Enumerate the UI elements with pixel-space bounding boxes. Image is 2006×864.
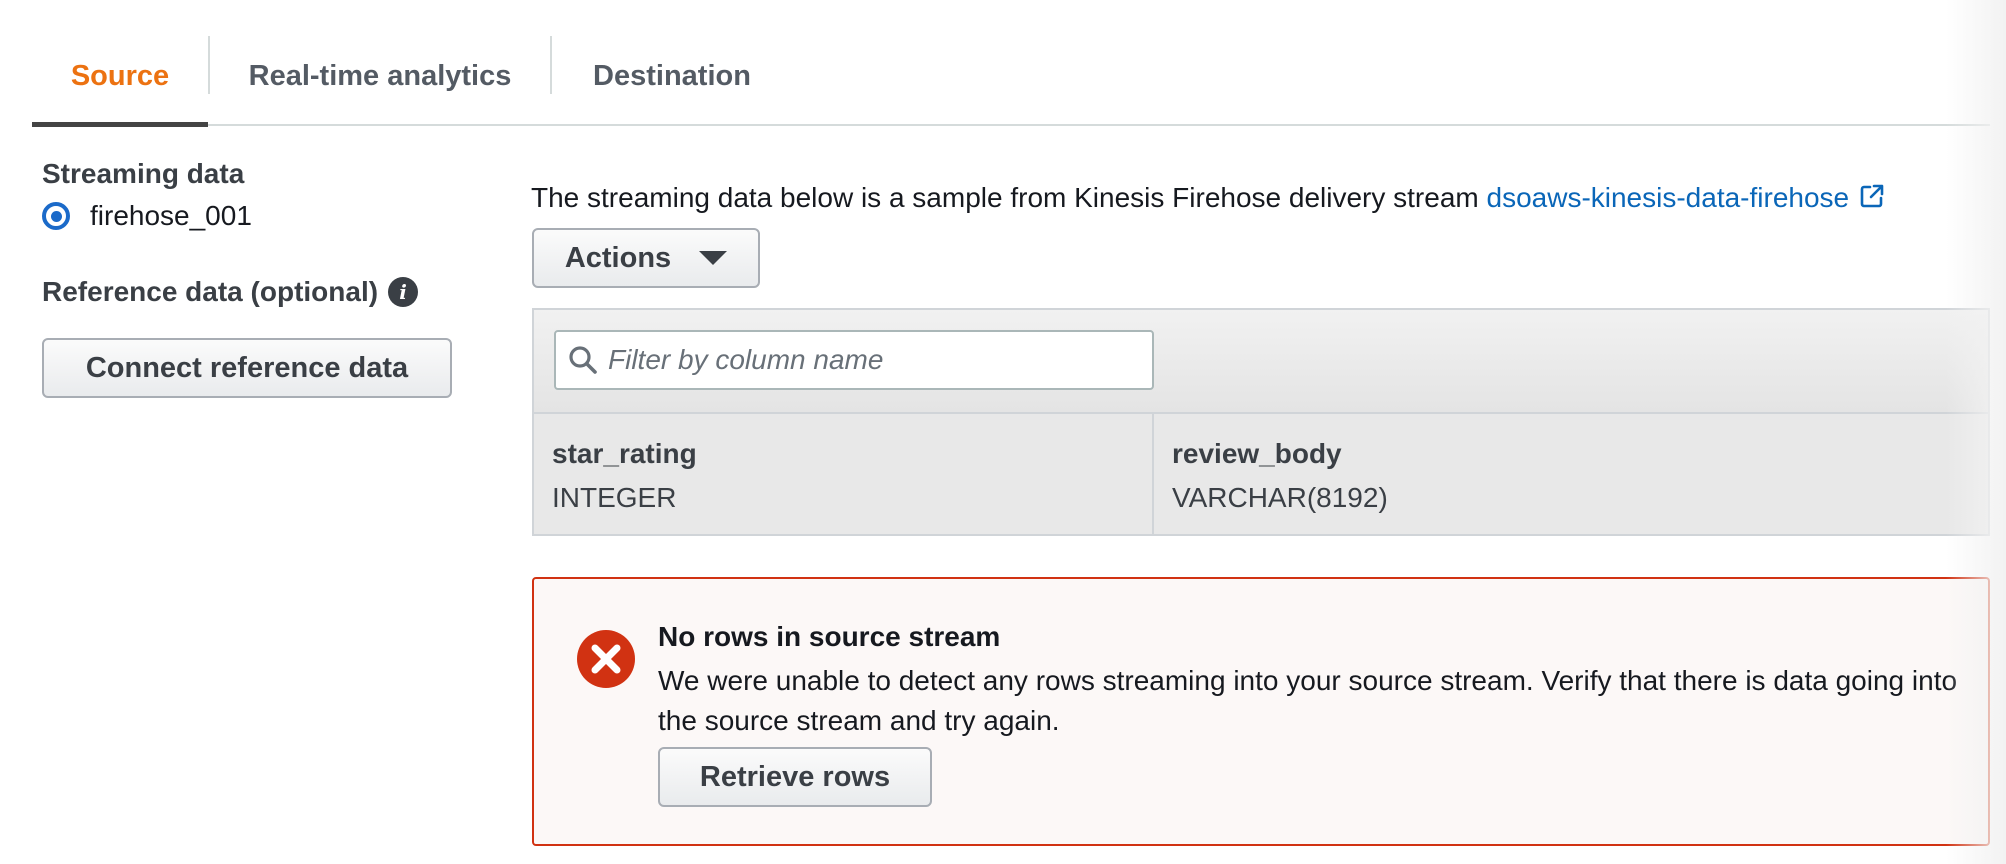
stream-option[interactable]: firehose_001 — [42, 200, 462, 232]
intro-text: The streaming data below is a sample fro… — [531, 182, 1487, 213]
column-header-row: star_rating INTEGER review_body VARCHAR(… — [534, 414, 1988, 534]
radio-button[interactable] — [42, 202, 70, 230]
error-alert: No rows in source stream We were unable … — [532, 577, 1990, 846]
alert-message: We were unable to detect any rows stream… — [658, 665, 1958, 736]
column-type: VARCHAR(8192) — [1172, 482, 1388, 513]
actions-button[interactable]: Actions — [532, 228, 760, 288]
stream-option-label: firehose_001 — [90, 200, 252, 231]
radio-dot — [50, 210, 62, 222]
tab-real-time-analytics[interactable]: Real-time analytics — [210, 28, 550, 124]
intro-text-row: The streaming data below is a sample fro… — [531, 182, 1885, 214]
tab-destination[interactable]: Destination — [552, 28, 792, 124]
search-icon — [569, 346, 597, 374]
column-header[interactable]: review_body VARCHAR(8192) — [1154, 414, 1988, 534]
connect-reference-data-button[interactable]: Connect reference data — [42, 338, 452, 398]
alert-title: No rows in source stream — [658, 621, 1001, 652]
actions-label: Actions — [564, 241, 672, 274]
tab-source[interactable]: Source — [32, 28, 208, 127]
search-box[interactable] — [554, 330, 1154, 390]
column-name: star_rating — [552, 438, 697, 469]
left-panel: Streaming data firehose_001 Reference da… — [42, 158, 462, 398]
tab-bar: Source Real-time analytics Destination — [32, 28, 1990, 127]
caret-down-icon — [699, 251, 728, 265]
filter-bar — [534, 310, 1988, 414]
reference-data-header: Reference data (optional) i — [42, 276, 462, 308]
retrieve-rows-button[interactable]: Retrieve rows — [658, 747, 932, 807]
column-header[interactable]: star_rating INTEGER — [534, 414, 1154, 534]
filter-input[interactable] — [606, 343, 1146, 377]
info-icon[interactable]: i — [388, 277, 419, 307]
reference-data-label: Reference data (optional) — [42, 276, 379, 307]
column-name: review_body — [1172, 438, 1342, 469]
schema-table: star_rating INTEGER review_body VARCHAR(… — [532, 308, 1990, 536]
external-link-icon[interactable] — [1859, 183, 1885, 209]
streaming-data-label: Streaming data — [42, 158, 245, 189]
error-icon — [577, 630, 635, 688]
stream-link[interactable]: dsoaws-kinesis-data-firehose — [1487, 182, 1850, 213]
column-type: INTEGER — [552, 482, 677, 513]
